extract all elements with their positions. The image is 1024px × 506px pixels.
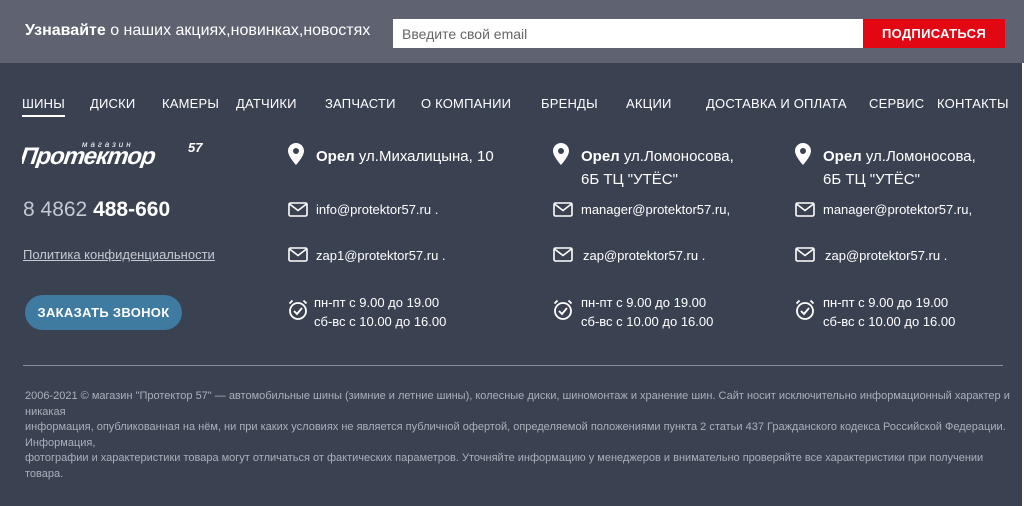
nav-item-about[interactable]: О КОМПАНИИ xyxy=(421,96,511,111)
nav-item-wheels[interactable]: ДИСКИ xyxy=(90,96,135,111)
subscribe-bar: Узнавайте о наших акциях,новинках,новост… xyxy=(0,0,1024,63)
subscribe-button[interactable]: ПОДПИСАТЬСЯ xyxy=(863,19,1005,48)
alarm-clock-icon xyxy=(288,299,308,320)
office-email-link[interactable]: manager@protektor57.ru, xyxy=(823,202,972,217)
office-parts-email-link[interactable]: zap1@protektor57.ru . xyxy=(316,248,446,263)
privacy-link[interactable]: Политика конфиденциальности xyxy=(23,247,215,262)
office-parts-email-link[interactable]: zap@protektor57.ru . xyxy=(583,248,705,263)
office-address: Орел ул.Ломоносова, 6Б ТЦ "УТЁС" xyxy=(581,148,734,188)
logo-number-text: 57 xyxy=(188,140,203,155)
copyright-line: 2006-2021 © магазин "Протектор 57" — авт… xyxy=(25,390,1010,418)
email-icon xyxy=(553,247,573,262)
email-icon xyxy=(553,202,573,217)
location-pin-icon xyxy=(553,143,569,165)
copyright-text: 2006-2021 © магазин "Протектор 57" — авт… xyxy=(25,389,1015,482)
email-icon xyxy=(795,202,815,217)
office-address: Орел ул.Михалицына, 10 xyxy=(316,148,494,165)
email-icon xyxy=(288,247,308,262)
callback-button[interactable]: ЗАКАЗАТЬ ЗВОНОК xyxy=(25,295,182,330)
nav-item-sensors[interactable]: ДАТЧИКИ xyxy=(236,96,297,111)
nav-item-brands[interactable]: БРЕНДЫ xyxy=(541,96,598,111)
logo-main-text: Протектор xyxy=(22,143,157,168)
main-nav: ШИНЫ ДИСКИ КАМЕРЫ ДАТЧИКИ ЗАПЧАСТИ О КОМ… xyxy=(0,94,1024,117)
nav-item-delivery[interactable]: ДОСТАВКА И ОПЛАТА xyxy=(706,96,847,111)
email-icon xyxy=(288,202,308,217)
nav-item-tires[interactable]: ШИНЫ xyxy=(22,96,65,117)
location-pin-icon xyxy=(795,143,811,165)
office-email-link[interactable]: info@protektor57.ru . xyxy=(316,202,438,217)
office-email-link[interactable]: manager@protektor57.ru, xyxy=(581,202,730,217)
alarm-clock-icon xyxy=(795,299,815,320)
location-pin-icon xyxy=(288,143,304,165)
store-logo[interactable]: магазин Протектор 57 xyxy=(22,138,212,168)
nav-item-service[interactable]: СЕРВИС xyxy=(869,96,924,111)
office-address: Орел ул.Ломоносова, 6Б ТЦ "УТЁС" xyxy=(823,148,976,188)
footer-divider xyxy=(23,365,1003,366)
copyright-line: фотографии и характеристики товара могут… xyxy=(25,452,984,480)
office-hours: пн-пт с 9.00 до 19.00 сб-вс с 10.00 до 16… xyxy=(314,295,447,329)
alarm-clock-icon xyxy=(553,299,573,320)
nav-item-parts[interactable]: ЗАПЧАСТИ xyxy=(325,96,396,111)
nav-item-contacts[interactable]: КОНТАКТЫ xyxy=(937,96,1009,111)
email-icon xyxy=(795,247,815,262)
copyright-line: информация, опубликованная на нём, ни пр… xyxy=(25,421,1006,449)
email-input[interactable] xyxy=(393,19,863,48)
office-hours: пн-пт с 9.00 до 19.00 сб-вс с 10.00 до 16… xyxy=(823,295,956,329)
nav-item-promos[interactable]: АКЦИИ xyxy=(626,96,672,111)
subscribe-text: Узнавайте о наших акциях,новинках,новост… xyxy=(25,22,371,39)
office-hours: пн-пт с 9.00 до 19.00 сб-вс с 10.00 до 16… xyxy=(581,295,714,329)
nav-item-tubes[interactable]: КАМЕРЫ xyxy=(162,96,219,111)
phone-number[interactable]: 8 4862 488-660 xyxy=(23,198,170,222)
office-parts-email-link[interactable]: zap@protektor57.ru . xyxy=(825,248,947,263)
